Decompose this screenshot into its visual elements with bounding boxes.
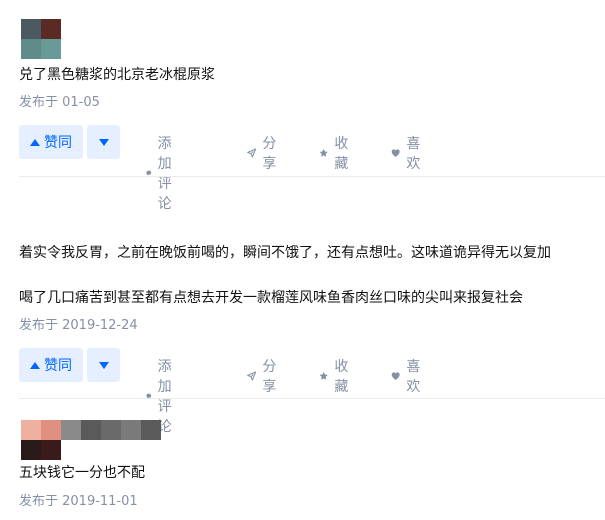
answer-item: 兑了黑色糖浆的北京老冰棍原浆 发布于 01-05 赞同 添加评论 分享 收藏 喜…: [19, 0, 605, 212]
avatar-pixel: [21, 420, 41, 440]
avatar-pixel: [41, 19, 61, 39]
share-button[interactable]: 分享: [247, 133, 281, 173]
avatar-pixel: [121, 420, 141, 440]
heart-icon: [391, 372, 400, 380]
like-button[interactable]: 喜欢: [391, 133, 425, 173]
share-button[interactable]: 分享: [247, 356, 281, 396]
publish-date[interactable]: 发布于 2019-12-24: [19, 317, 138, 335]
avatar-pixel: [41, 440, 61, 460]
answer-item: 五块钱它一分也不配 发布于 2019-11-01: [19, 398, 605, 520]
like-button[interactable]: 喜欢: [391, 356, 425, 396]
answer-text: 着实令我反胃，之前在晚饭前喝的，瞬间不饿了，还有点想吐。这味道诡异得无以复加: [19, 245, 551, 261]
share-icon: [247, 371, 257, 381]
avatar-pixel: [41, 39, 61, 59]
share-icon: [247, 148, 257, 158]
downvote-button[interactable]: [87, 348, 120, 382]
upvote-label: 赞同: [44, 358, 72, 374]
action-bar: 赞同 添加评论 分享 收藏 喜欢: [19, 125, 420, 212]
share-label: 分享: [262, 359, 277, 395]
caret-up-icon: [30, 361, 40, 369]
avatar-pixel: [141, 420, 161, 440]
favorite-button[interactable]: 收藏: [319, 133, 353, 173]
avatar-pixel: [101, 420, 121, 440]
answer-text: 兑了黑色糖浆的北京老冰棍原浆: [19, 67, 215, 83]
answer-item: 着实令我反胃，之前在晚饭前喝的，瞬间不饿了，还有点想吐。这味道诡异得无以复加 喝…: [19, 176, 605, 435]
avatar-pixel: [81, 420, 101, 440]
avatar-pixel: [21, 39, 41, 59]
share-label: 分享: [262, 136, 277, 172]
like-label: 喜欢: [406, 359, 421, 395]
avatar[interactable]: [21, 19, 61, 59]
caret-down-icon: [98, 361, 109, 369]
heart-icon: [391, 149, 400, 157]
action-bar: 赞同 添加评论 分享 收藏 喜欢: [19, 348, 420, 435]
caret-up-icon: [30, 138, 40, 146]
avatar-pixel: [41, 420, 61, 440]
favorite-label: 收藏: [334, 359, 349, 395]
downvote-button[interactable]: [87, 125, 120, 159]
publish-date[interactable]: 发布于 2019-11-01: [19, 493, 138, 511]
upvote-button[interactable]: 赞同: [19, 348, 83, 382]
publish-date[interactable]: 发布于 01-05: [19, 94, 100, 112]
like-label: 喜欢: [406, 136, 421, 172]
upvote-button[interactable]: 赞同: [19, 125, 83, 159]
favorite-label: 收藏: [334, 136, 349, 172]
star-icon: [319, 148, 328, 157]
avatar-pixel: [21, 440, 41, 460]
favorite-button[interactable]: 收藏: [319, 356, 353, 396]
upvote-label: 赞同: [44, 135, 72, 151]
star-icon: [319, 371, 328, 380]
caret-down-icon: [98, 138, 109, 146]
avatar[interactable]: [21, 420, 161, 460]
answer-text: 喝了几口痛苦到甚至都有点想去开发一款榴莲风味鱼香肉丝口味的尖叫来报复社会: [19, 290, 523, 306]
avatar-pixel: [61, 420, 81, 440]
avatar-pixel: [21, 19, 41, 39]
answer-text: 五块钱它一分也不配: [19, 465, 145, 481]
